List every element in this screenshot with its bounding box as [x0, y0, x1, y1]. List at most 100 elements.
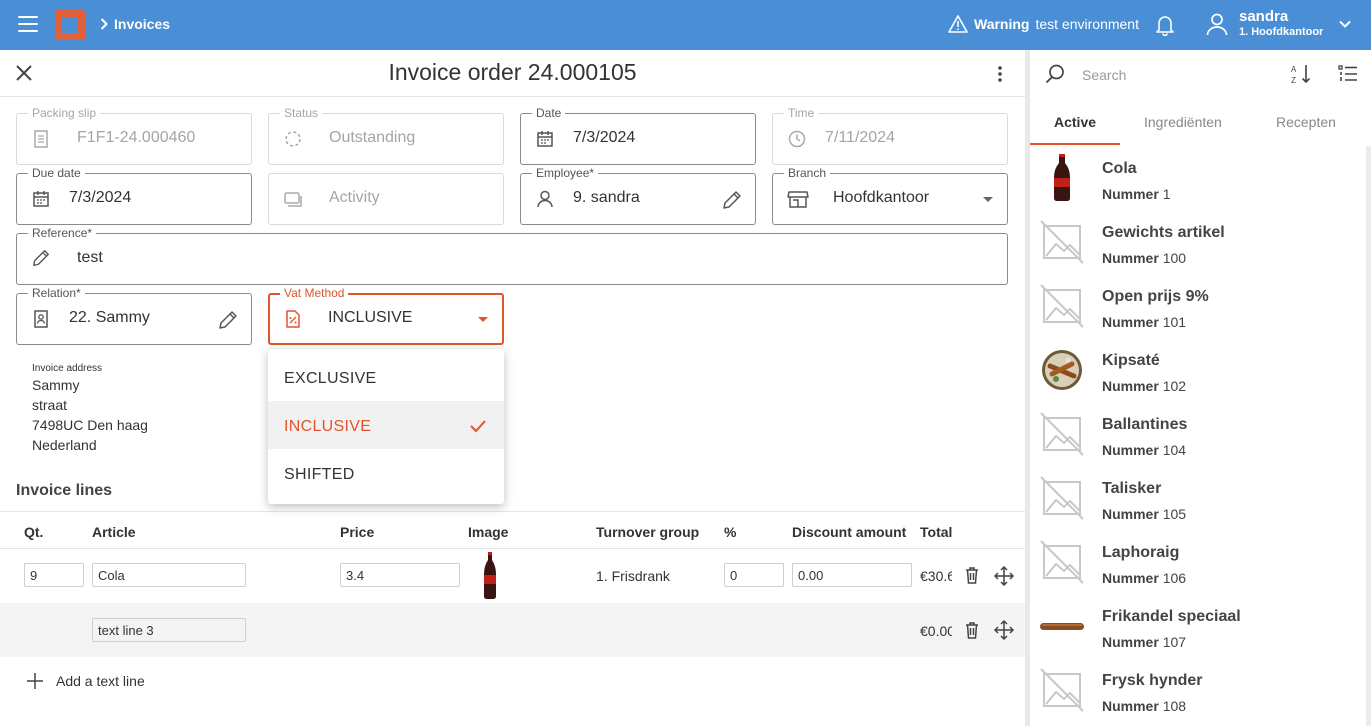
pencil-icon[interactable] [217, 309, 239, 331]
product-name: Cola [1102, 160, 1137, 177]
product-item[interactable]: Frikandel speciaal Nummer 107 [1030, 594, 1371, 658]
user-icon [1206, 13, 1228, 35]
vat-method-label: Vat Method [280, 286, 349, 300]
vat-option-shifted[interactable]: SHIFTED [268, 449, 504, 497]
col-total: Total [920, 524, 953, 540]
cola-bottle-image [1054, 154, 1070, 201]
list-view-icon[interactable] [1337, 63, 1359, 85]
product-number: Nummer 1 [1102, 186, 1170, 202]
top-bar: Invoices Warning test environment sandra… [0, 0, 1371, 50]
tab-active[interactable]: Active [1054, 114, 1096, 130]
qty-input[interactable]: 9 [24, 563, 84, 587]
number-label: Nummer [1102, 250, 1159, 266]
user-branch: 1. Hoofdkantoor [1239, 26, 1324, 38]
col-turnover-group: Turnover group [596, 524, 700, 540]
store-icon [787, 191, 809, 208]
vat-method-select[interactable]: Vat Method INCLUSIVE [268, 286, 504, 345]
no-image-icon [1040, 540, 1084, 584]
calendar-icon [33, 191, 49, 207]
pencil-icon[interactable] [721, 189, 743, 211]
search-input[interactable] [1082, 65, 1272, 85]
col-discount-amount: Discount amount [792, 524, 907, 540]
packing-slip-value: F1F1-24.000460 [77, 129, 196, 146]
sort-az-icon[interactable]: AZ [1290, 63, 1312, 85]
move-icon[interactable] [993, 619, 1015, 641]
number-label: Nummer [1102, 314, 1159, 330]
turnover-group-value: 1. Frisdrank [596, 568, 670, 584]
tab-recepten[interactable]: Recepten [1276, 114, 1336, 130]
close-icon[interactable] [14, 63, 34, 83]
price-input[interactable]: 3.4 [340, 563, 460, 587]
vat-option-exclusive[interactable]: EXCLUSIVE [268, 353, 504, 401]
col-article: Article [92, 524, 136, 540]
branch-field[interactable]: Branch Hoofdkantoor [772, 166, 1008, 225]
checkmark-icon [470, 420, 486, 433]
product-item[interactable]: Ballantines Nummer 104 [1030, 402, 1371, 466]
add-text-line-button[interactable]: Add a text line [26, 672, 145, 690]
move-icon[interactable] [993, 565, 1015, 587]
number-label: Nummer [1102, 698, 1159, 714]
environment-warning: Warning test environment [948, 15, 1139, 33]
product-item[interactable]: Cola Nummer 1 [1030, 146, 1371, 210]
breadcrumb[interactable]: Invoices [100, 16, 170, 32]
date-field[interactable]: Date 7/3/2024 [520, 106, 756, 165]
more-options-icon[interactable] [995, 64, 1005, 84]
activity-icon [284, 192, 302, 207]
bell-icon[interactable] [1155, 14, 1175, 36]
number-value: 105 [1162, 506, 1187, 522]
reference-label: Reference* [28, 226, 97, 240]
user-menu[interactable]: sandra 1. Hoofdkantoor [1205, 8, 1352, 39]
packing-slip-label: Packing slip [28, 106, 101, 120]
chevron-right-icon [100, 18, 108, 30]
relation-value: 22. Sammy [69, 309, 150, 326]
warning-icon [948, 15, 968, 33]
menu-icon[interactable] [18, 16, 38, 34]
product-item[interactable]: Frysk hynder Nummer 108 [1030, 658, 1371, 722]
vat-method-dropdown: EXCLUSIVE INCLUSIVE SHIFTED [268, 349, 504, 504]
progress-icon [285, 131, 301, 147]
svg-text:Z: Z [1291, 76, 1296, 85]
product-number: Nummer 104 [1102, 442, 1186, 458]
chevron-down-icon [1339, 20, 1352, 28]
activity-placeholder: Activity [329, 189, 380, 206]
number-label: Nummer [1102, 506, 1159, 522]
plus-icon [27, 673, 43, 689]
product-item[interactable]: Kipsaté Nummer 102 [1030, 338, 1371, 402]
due-date-field[interactable]: Due date 7/3/2024 [16, 166, 252, 225]
text-line-input[interactable]: text line 3 [92, 618, 246, 642]
sidebar-scrollbar[interactable] [1366, 146, 1371, 726]
frikandel-image [1040, 623, 1084, 630]
article-input[interactable]: Cola [92, 563, 246, 587]
breadcrumb-invoices[interactable]: Invoices [114, 16, 170, 32]
product-sidebar: AZ Active Ingrediënten Recepten Cola Num… [1030, 50, 1371, 726]
reference-value: test [77, 249, 103, 266]
product-name: Open prijs 9% [1102, 288, 1209, 305]
product-item[interactable]: Talisker Nummer 105 [1030, 466, 1371, 530]
trash-icon[interactable] [962, 620, 982, 640]
branch-label: Branch [784, 166, 831, 180]
product-item[interactable]: Gewichts artikel Nummer 100 [1030, 210, 1371, 274]
trash-icon[interactable] [962, 565, 982, 585]
discount-input[interactable]: 0.00 [792, 563, 912, 587]
address-line: Nederland [32, 437, 97, 453]
caret-down-icon[interactable] [478, 317, 488, 322]
total-value: €0.00 [920, 623, 952, 639]
vat-option-inclusive[interactable]: INCLUSIVE [268, 401, 504, 449]
product-item[interactable]: Open prijs 9% Nummer 101 [1030, 274, 1371, 338]
relation-field[interactable]: Relation* 22. Sammy [16, 286, 252, 345]
caret-down-icon[interactable] [983, 197, 993, 202]
reference-field[interactable]: Reference* test [16, 226, 1008, 285]
document-icon [34, 130, 48, 148]
percent-input[interactable]: 0 [724, 563, 784, 587]
add-text-line-label: Add a text line [56, 673, 145, 689]
vat-option-label: INCLUSIVE [284, 418, 372, 435]
page-title: Invoice order 24.000105 [388, 59, 637, 85]
app-logo[interactable] [55, 10, 85, 40]
tab-ingredienten[interactable]: Ingrediënten [1144, 114, 1222, 130]
time-field: Time 7/11/2024 [772, 106, 1008, 165]
employee-field[interactable]: Employee* 9. sandra [520, 166, 756, 225]
sidebar-tabs: Active Ingrediënten Recepten [1030, 100, 1371, 146]
product-item[interactable]: Laphoraig Nummer 106 [1030, 530, 1371, 594]
vat-method-value: INCLUSIVE [328, 309, 413, 326]
date-label: Date [532, 106, 566, 120]
